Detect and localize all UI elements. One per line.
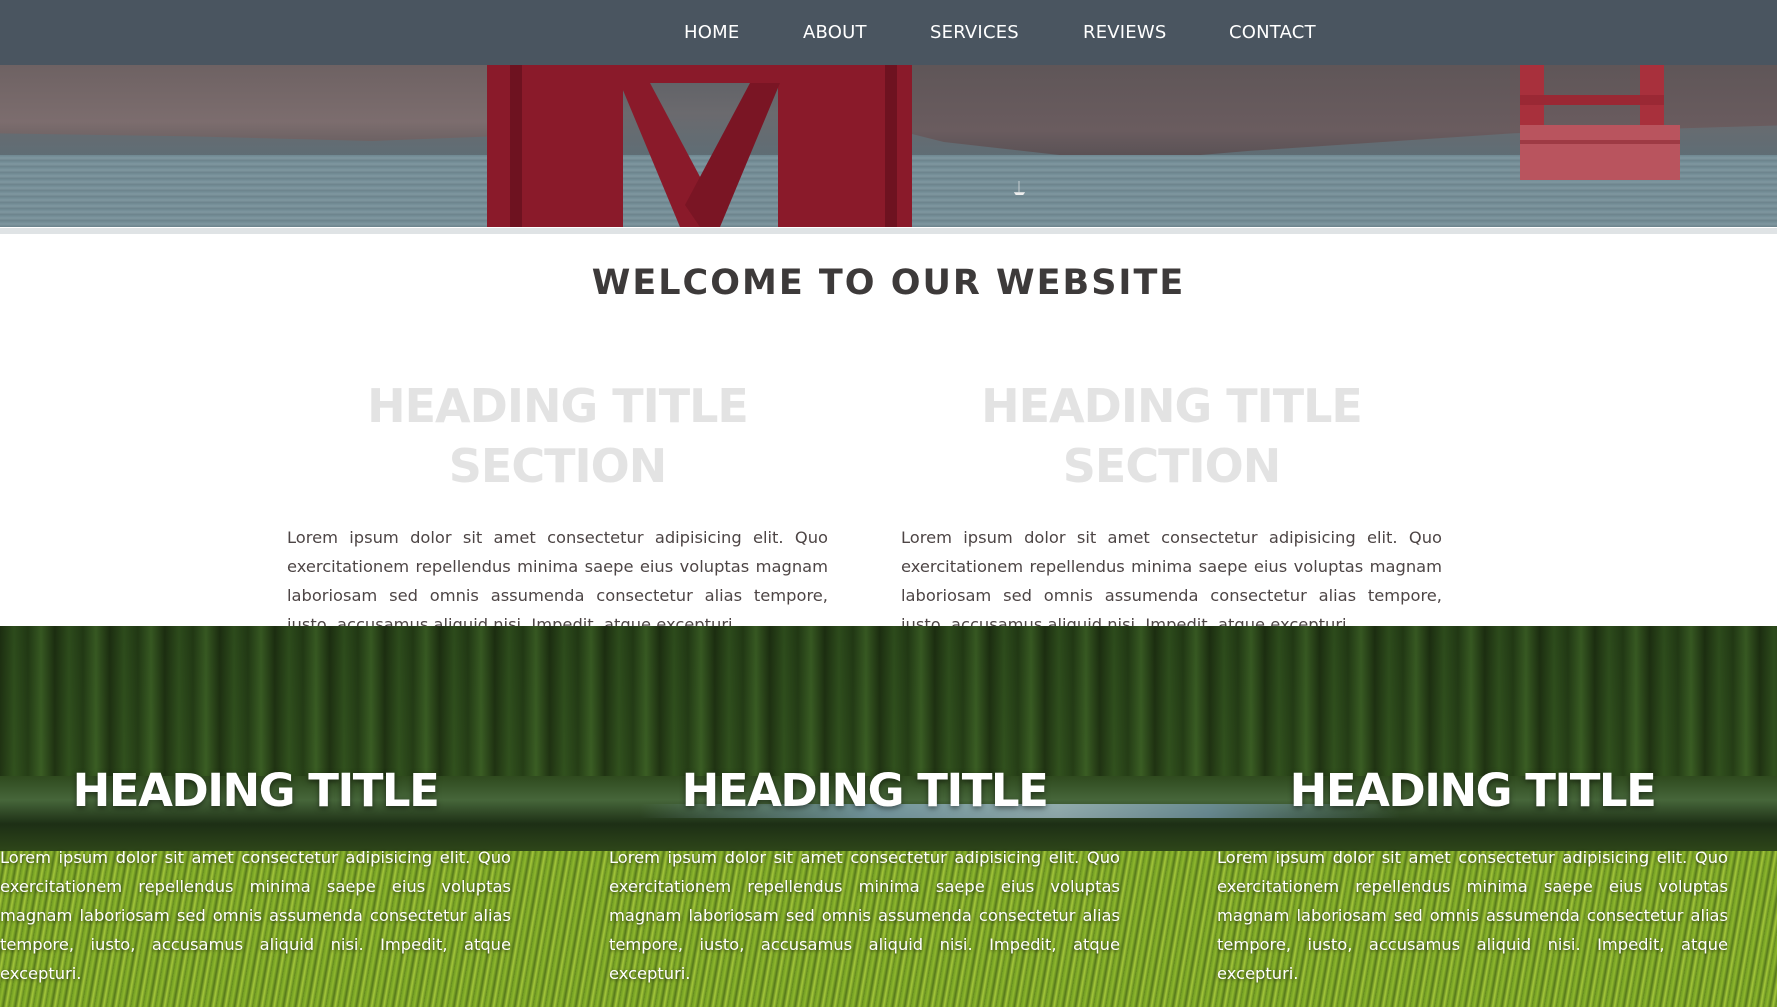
nav-home-link[interactable]: HOME — [684, 22, 739, 43]
feature-column-1: HEADING TITLE Lorem ipsum dolor sit amet… — [0, 762, 511, 988]
nav-about-link[interactable]: ABOUT — [803, 22, 867, 43]
nav-reviews-link[interactable]: REVIEWS — [1083, 22, 1167, 43]
feature-heading: HEADING TITLE — [681, 764, 1049, 817]
feature-body-text: Lorem ipsum dolor sit amet consectetur a… — [0, 848, 511, 983]
section-column-right: HEADING TITLE SECTION Lorem ipsum dolor … — [901, 376, 1442, 639]
feature-body-text: Lorem ipsum dolor sit amet consectetur a… — [609, 848, 1120, 983]
bridge-brace-svg — [620, 83, 780, 227]
section-body-text: Lorem ipsum dolor sit amet consectetur a… — [901, 528, 1442, 634]
nav-services-link[interactable]: SERVICES — [930, 22, 1019, 43]
feature-heading: HEADING TITLE — [1289, 764, 1657, 817]
feature-body-text: Lorem ipsum dolor sit amet consectetur a… — [1217, 848, 1728, 983]
feature-column-3: HEADING TITLE Lorem ipsum dolor sit amet… — [1217, 762, 1728, 988]
hero-divider — [0, 228, 1777, 234]
welcome-title: WELCOME TO OUR WEBSITE — [591, 263, 1186, 303]
bridge-tower-left-leg — [487, 65, 623, 227]
nav-contact-link[interactable]: CONTACT — [1229, 22, 1316, 43]
hero-banner-image — [0, 65, 1777, 227]
section-body-text: Lorem ipsum dolor sit amet consectetur a… — [287, 528, 828, 634]
section-heading: HEADING TITLE SECTION — [367, 379, 749, 493]
feature-column-2: HEADING TITLE Lorem ipsum dolor sit amet… — [609, 762, 1120, 988]
feature-heading: HEADING TITLE — [72, 764, 440, 817]
top-navigation: HOME ABOUT SERVICES REVIEWS CONTACT — [0, 0, 1777, 65]
bridge-tower-far — [1520, 65, 1680, 180]
tower-shade — [510, 65, 522, 227]
section-heading: HEADING TITLE SECTION — [981, 379, 1363, 493]
sailboat-icon — [1013, 181, 1026, 195]
tower-shade — [885, 65, 897, 227]
section-column-left: HEADING TITLE SECTION Lorem ipsum dolor … — [287, 376, 828, 639]
